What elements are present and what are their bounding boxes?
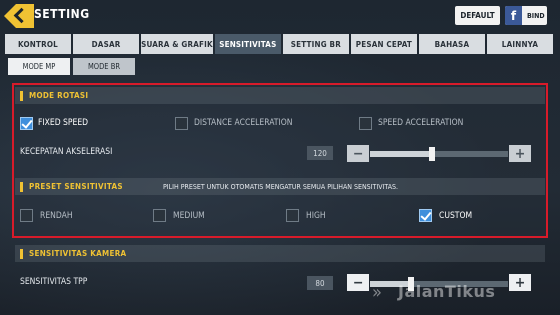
custom-label: CUSTOM [439,211,473,221]
speed-acceleration-label: SPEED ACCELERATION [378,118,464,128]
tab-suara-grafik[interactable]: SUARA & GRAFIK [141,34,213,54]
tab-setting-br[interactable]: SETTING BR [282,34,349,54]
distance-acceleration-checkbox[interactable] [175,117,188,130]
section-title: MODE ROTASI [29,91,89,100]
section-title: PRESET SENSITIVITAS [29,182,123,191]
section-marker [20,248,23,259]
kecepatan-minus-button[interactable]: − [347,145,369,162]
main-tabs: KONTROL DASAR SUARA & GRAFIK SENSITIVITA… [5,34,553,54]
mode-subtabs: MODE MP MODE BR [8,58,135,75]
subtab-mode-br[interactable]: MODE BR [73,58,135,75]
bind-button[interactable]: f BIND [505,6,547,25]
section-marker [20,181,23,192]
back-arrow-icon[interactable] [4,4,34,28]
speed-acceleration-checkbox[interactable] [359,117,372,130]
facebook-icon: f [505,6,522,25]
tab-sensitivitas[interactable]: SENSITIVITAS [214,34,281,54]
kecepatan-slider[interactable] [370,147,508,161]
tpp-plus-button[interactable]: + [509,274,531,291]
tab-dasar[interactable]: DASAR [73,34,140,54]
kecepatan-slider-thumb[interactable] [429,147,436,161]
section-sensitivitas-kamera: SENSITIVITAS KAMERA [15,245,545,262]
top-bar: SETTING DEFAULT f BIND [0,0,560,32]
subtab-mode-mp[interactable]: MODE MP [8,58,70,75]
high-checkbox[interactable] [286,209,299,222]
fixed-speed-label: FIXED SPEED [38,118,89,128]
bind-label: BIND [527,11,545,20]
fixed-speed-checkbox[interactable] [20,117,33,130]
rendah-checkbox[interactable] [20,209,33,222]
page-title: SETTING [34,7,90,21]
custom-checkbox[interactable] [419,209,432,222]
distance-acceleration-label: DISTANCE ACCELERATION [194,118,293,128]
tab-bahasa[interactable]: BAHASA [418,34,485,54]
kecepatan-akselerasi-label: KECEPATAN AKSELERASI [20,147,113,157]
preset-description: PILIH PRESET UNTUK OTOMATIS MENGATUR SEM… [163,182,398,191]
section-marker [20,90,23,101]
rendah-label: RENDAH [40,211,73,221]
section-preset-sensitivitas: PRESET SENSITIVITAS PILIH PRESET UNTUK O… [15,178,545,195]
section-mode-rotasi: MODE ROTASI [15,87,545,104]
tpp-value: 80 [307,276,333,290]
medium-checkbox[interactable] [153,209,166,222]
tab-lainnya[interactable]: LAINNYA [486,34,553,54]
kecepatan-slider-fill [370,151,433,157]
medium-label: MEDIUM [173,211,205,221]
tab-kontrol[interactable]: KONTROL [5,34,72,54]
section-title: SENSITIVITAS KAMERA [29,249,127,258]
watermark-logo-icon: » [372,282,382,303]
watermark: JalanTikus [398,282,496,301]
kecepatan-value: 120 [307,146,333,160]
default-button[interactable]: DEFAULT [455,6,500,25]
kecepatan-plus-button[interactable]: + [509,145,531,162]
sensitivitas-tpp-label: SENSITIVITAS TPP [20,277,88,287]
tpp-minus-button[interactable]: − [347,274,369,291]
high-label: HIGH [306,211,326,221]
tab-pesan-cepat[interactable]: PESAN CEPAT [350,34,417,54]
